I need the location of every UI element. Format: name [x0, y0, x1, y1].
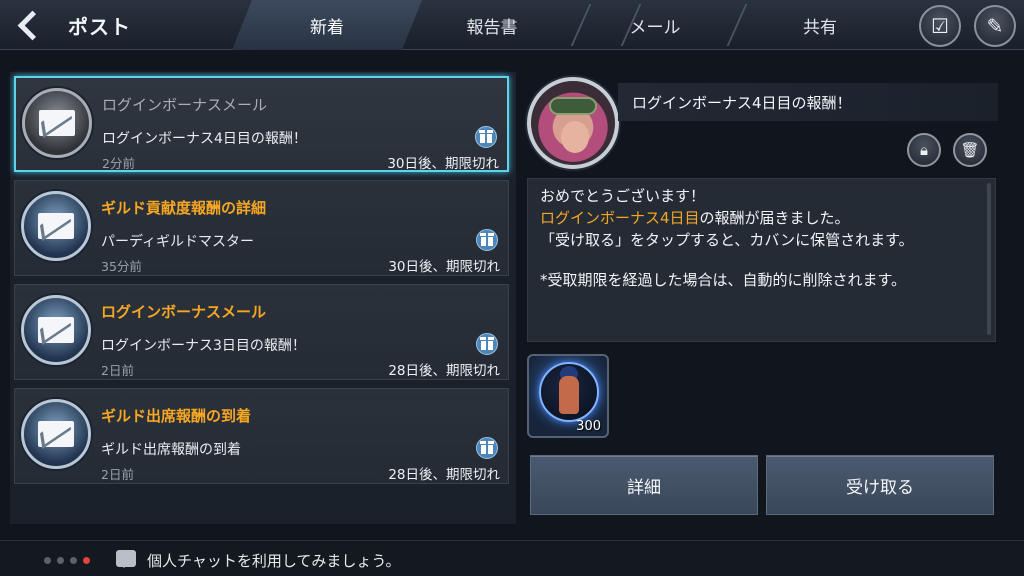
envelope-icon: [21, 191, 91, 261]
top-bar: ポスト 新着 報告書 メール 共有 ☑ ✎: [0, 0, 1024, 50]
mail-expiry: 28日後、期限切れ: [388, 363, 500, 379]
back-button[interactable]: ポスト: [0, 0, 250, 50]
details-button[interactable]: 詳細: [530, 455, 758, 515]
gift-icon: [476, 333, 498, 355]
mail-item[interactable]: ログインボーナスメール ログインボーナス3日目の報酬！ 2日前 28日後、期限切…: [14, 284, 509, 380]
tab-shared[interactable]: 共有: [740, 0, 900, 50]
detail-title: ログインボーナス4日目の報酬！: [632, 93, 852, 112]
mail-list: ログインボーナスメール ログインボーナス4日目の報酬！ 2分前 30日後、期限切…: [10, 72, 516, 524]
mail-expiry: 28日後、期限切れ: [388, 467, 500, 483]
mail-sender: ログインボーナス4日目の報酬！: [102, 131, 307, 147]
tab-new[interactable]: 新着: [232, 0, 422, 50]
mail-sender: ギルド出席報酬の到着: [101, 442, 241, 458]
gift-icon: [475, 126, 497, 148]
chat-bar[interactable]: 個人チャットを利用してみましょう。: [0, 540, 1024, 576]
message-line: おめでとうございます！: [540, 187, 706, 205]
envelope-icon: [21, 399, 91, 469]
envelope-icon: [21, 295, 91, 365]
message-line: ログインボーナス4日目の報酬が届きました。: [540, 207, 983, 229]
message-highlight: ログインボーナス4日目: [540, 209, 700, 227]
mail-expiry: 30日後、期限切れ: [388, 259, 500, 275]
chat-prompt: 個人チャットを利用してみましょう。: [147, 552, 401, 570]
mail-subject: ログインボーナスメール: [101, 303, 267, 321]
message-line: 「受け取る」をタップすると、カバンに保管されます。: [540, 231, 914, 249]
mail-sender: ログインボーナス3日目の報酬！: [101, 338, 306, 354]
mail-subject: ギルド出席報酬の到着: [101, 407, 252, 425]
mail-age: 2日前: [101, 467, 134, 482]
select-all-button[interactable]: ☑: [919, 5, 961, 47]
tab-bar: 新着 報告書 メール 共有: [232, 0, 922, 50]
mail-age: 2分前: [102, 156, 135, 171]
warning-text: *受取期限を経過した場合は、自動的に削除されます。: [540, 271, 907, 289]
message-body: おめでとうございます！ ログインボーナス4日目の報酬が届きました。 「受け取る」…: [527, 178, 996, 342]
page-title: ポスト: [68, 14, 131, 39]
lock-icon: 🔒︎: [920, 141, 928, 159]
receive-button[interactable]: 受け取る: [766, 455, 994, 515]
detail-header: ログインボーナス4日目の報酬！: [618, 83, 998, 121]
mail-item[interactable]: ログインボーナスメール ログインボーナス4日目の報酬！ 2分前 30日後、期限切…: [14, 76, 509, 172]
message-text: の報酬が届きました。: [699, 209, 850, 227]
back-chevron-icon: [0, 0, 46, 50]
mail-age: 2日前: [101, 363, 134, 378]
mail-expiry: 30日後、期限切れ: [387, 156, 499, 172]
attachment-item[interactable]: 300: [527, 354, 609, 438]
page-indicator: [44, 557, 90, 564]
tab-reports[interactable]: 報告書: [404, 0, 580, 50]
mail-subject: ギルド貢献度報酬の詳細: [101, 199, 267, 217]
delete-button[interactable]: 🗑︎: [953, 133, 987, 167]
mail-item[interactable]: ギルド貢献度報酬の詳細 パーディギルドマスター 35分前 30日後、期限切れ: [14, 180, 509, 276]
mail-item[interactable]: ギルド出席報酬の到着 ギルド出席報酬の到着 2日前 28日後、期限切れ: [14, 388, 509, 484]
tab-mail[interactable]: メール: [572, 0, 738, 50]
pencil-compose-icon: ✎: [986, 14, 1004, 38]
envelope-icon: [22, 88, 92, 158]
chat-icon: [116, 550, 136, 568]
mail-sender: パーディギルドマスター: [101, 234, 255, 250]
gift-icon: [476, 229, 498, 251]
trash-icon: 🗑︎: [960, 141, 980, 159]
checkbox-select-icon: ☑: [931, 14, 949, 38]
attachment-count: 300: [576, 419, 601, 434]
scrollbar[interactable]: [987, 183, 991, 335]
gift-icon: [476, 437, 498, 459]
mail-subject: ログインボーナスメール: [102, 96, 268, 114]
mail-age: 35分前: [101, 259, 142, 274]
compose-button[interactable]: ✎: [974, 5, 1016, 47]
sender-avatar: [527, 77, 619, 169]
lock-button[interactable]: 🔒︎: [907, 133, 941, 167]
